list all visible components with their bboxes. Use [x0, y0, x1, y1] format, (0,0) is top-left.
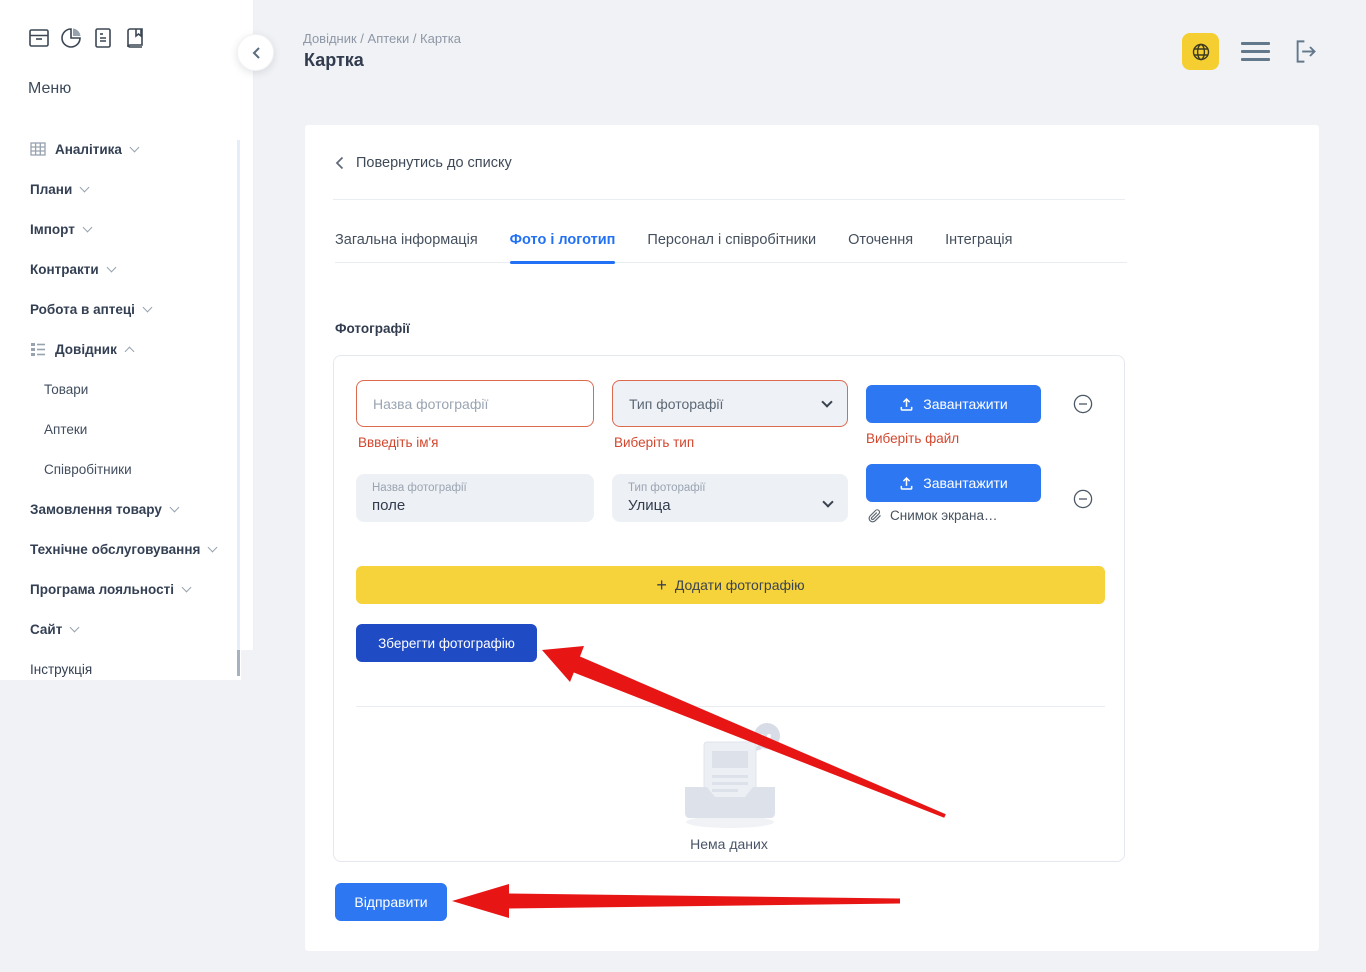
sidebar-item-loyalty[interactable]: Програма лояльності: [30, 579, 190, 599]
grid-icon: [30, 141, 46, 157]
chevron-up-icon: [124, 346, 134, 356]
page-title: Картка: [304, 50, 364, 71]
name-error-text: Ввведіть ім'я: [358, 435, 438, 450]
sidebar-item-import[interactable]: Імпорт: [30, 219, 91, 239]
minus-circle-icon: [1073, 489, 1093, 509]
hamburger-menu-icon[interactable]: [1241, 42, 1270, 61]
document-icon[interactable]: [92, 26, 114, 50]
photo-name-input[interactable]: [356, 380, 594, 427]
type-error-text: Виберіть тип: [614, 435, 694, 450]
menu-title: Меню: [28, 80, 71, 98]
empty-state-text: Нема даних: [334, 836, 1124, 852]
remove-row-button[interactable]: [1073, 489, 1093, 509]
main-card: Повернутись до списку Загальна інформаці…: [305, 125, 1319, 951]
globe-icon: [1191, 42, 1211, 62]
sidebar-collapse-button[interactable]: [237, 34, 274, 71]
sidebar-top-icons: [28, 26, 146, 50]
archive-icon[interactable]: [28, 26, 50, 50]
empty-state-illustration: [655, 714, 805, 832]
chevron-down-icon: [821, 396, 832, 407]
chevron-down-icon: [129, 142, 139, 152]
chevron-down-icon: [208, 542, 218, 552]
section-title-photos: Фотографії: [335, 321, 410, 336]
save-photo-button[interactable]: Зберегти фотографію: [356, 624, 537, 662]
sidebar-item-contracts[interactable]: Контракти: [30, 259, 115, 279]
upload-icon: [899, 476, 914, 491]
minus-circle-icon: [1073, 394, 1093, 414]
chevron-down-icon: [142, 302, 152, 312]
plus-icon: +: [656, 576, 667, 594]
sidebar-item-instruction[interactable]: Інструкція: [30, 659, 92, 679]
sidebar-item-goods-order[interactable]: Замовлення товару: [30, 499, 178, 519]
header-actions: [1182, 33, 1319, 70]
photo-type-select-filled[interactable]: Тип фоторафії Улица: [612, 474, 848, 522]
tab-personnel[interactable]: Персонал і співробітники: [647, 223, 816, 262]
photos-panel: Ввведіть ім'я Тип фоторафії Виберіть тип…: [333, 355, 1125, 862]
sidebar-item-analytics[interactable]: Аналітика: [30, 139, 138, 159]
language-button[interactable]: [1182, 33, 1219, 70]
sidebar-item-site[interactable]: Сайт: [30, 619, 78, 639]
attached-file[interactable]: Снимок экрана…: [868, 508, 997, 523]
sidebar-scrollbar-thumb[interactable]: [237, 650, 240, 676]
divider: [356, 706, 1105, 707]
chevron-down-icon: [80, 182, 90, 192]
sidebar-item-employees[interactable]: Співробітники: [44, 459, 132, 479]
upload-icon: [899, 397, 914, 412]
sidebar-item-products[interactable]: Товари: [44, 379, 88, 399]
breadcrumb[interactable]: Довідник / Аптеки / Картка: [303, 31, 461, 46]
add-photo-button[interactable]: + Додати фотографію: [356, 566, 1105, 604]
sidebar-item-maintenance[interactable]: Технічне обслуговування: [30, 539, 216, 559]
chevron-left-icon: [251, 46, 261, 60]
sidebar-item-plans[interactable]: Плани: [30, 179, 88, 199]
chevron-down-icon: [169, 502, 179, 512]
tab-integration[interactable]: Інтеграція: [945, 223, 1012, 262]
chevron-down-icon: [70, 622, 80, 632]
remove-row-button[interactable]: [1073, 394, 1093, 414]
photo-name-input-filled[interactable]: Назва фотографії поле: [356, 474, 594, 522]
chevron-down-icon: [822, 496, 833, 507]
chevron-down-icon: [182, 582, 192, 592]
sidebar-extension: Інструкція: [0, 650, 241, 680]
photo-type-select[interactable]: Тип фоторафії: [612, 380, 848, 427]
back-to-list-link[interactable]: Повернутись до списку: [335, 155, 512, 171]
sidebar-scrollbar-track[interactable]: [237, 140, 240, 676]
chevron-down-icon: [106, 262, 116, 272]
sidebar-item-pharmacies[interactable]: Аптеки: [44, 419, 87, 439]
book-icon[interactable]: [124, 26, 146, 50]
divider: [333, 199, 1125, 200]
tab-environment[interactable]: Оточення: [848, 223, 913, 262]
sidebar: Меню Аналітика Плани Імпорт Контракти Ро…: [0, 0, 254, 650]
tab-photo-logo[interactable]: Фото і логотип: [510, 223, 616, 262]
submit-button[interactable]: Відправити: [335, 883, 447, 921]
file-error-text: Виберіть файл: [866, 431, 959, 446]
chevron-left-icon: [335, 156, 344, 170]
logout-icon[interactable]: [1292, 38, 1319, 65]
paperclip-icon: [868, 509, 882, 523]
sidebar-item-pharmacy-work[interactable]: Робота в аптеці: [30, 299, 151, 319]
pie-chart-icon[interactable]: [60, 26, 82, 50]
upload-button-row2[interactable]: Завантажити: [866, 464, 1041, 502]
list-icon: [30, 341, 46, 357]
upload-button-row1[interactable]: Завантажити: [866, 385, 1041, 423]
tab-bar: Загальна інформація Фото і логотип Персо…: [335, 223, 1127, 263]
tab-general-info[interactable]: Загальна інформація: [335, 223, 478, 262]
chevron-down-icon: [82, 222, 92, 232]
sidebar-item-directory[interactable]: Довідник: [30, 339, 133, 359]
